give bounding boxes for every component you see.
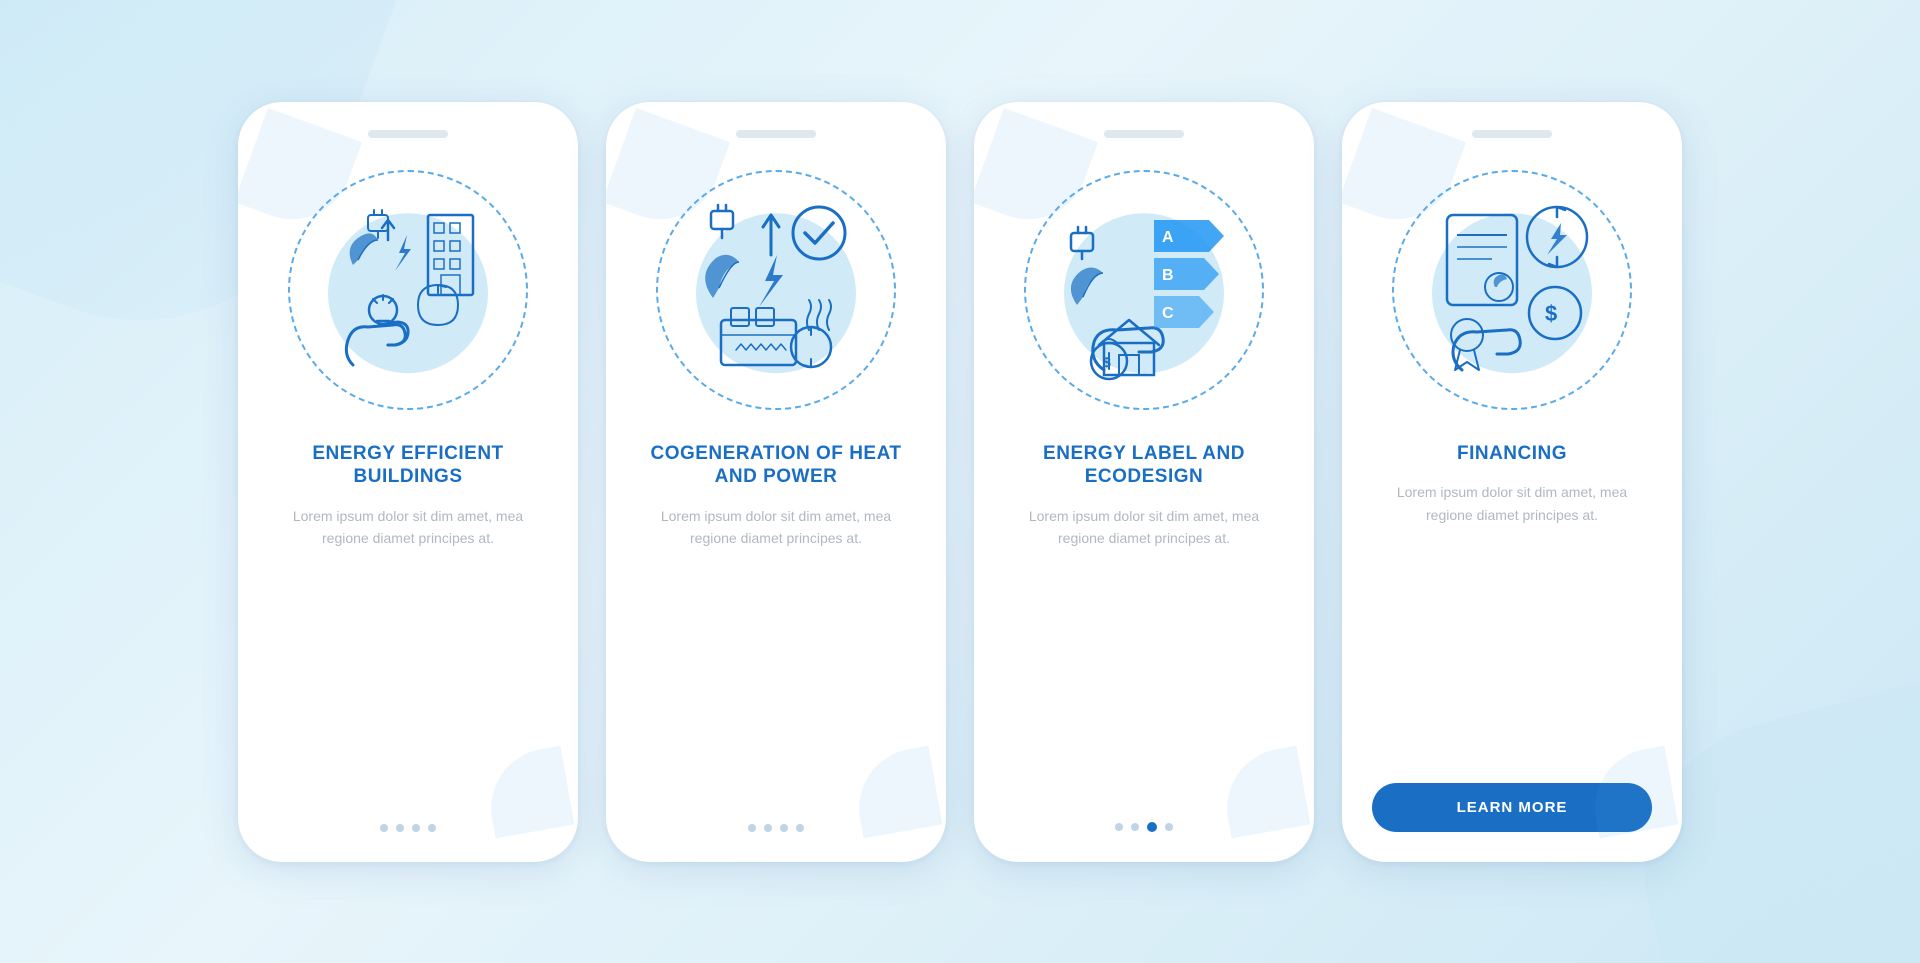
card-3-title: ENERGY LABEL AND ECODESIGN: [1004, 442, 1284, 490]
phone-notch-2: [736, 130, 816, 138]
card-4-title: FINANCING: [1457, 442, 1567, 466]
svg-text:B: B: [1162, 267, 1174, 284]
dot-2-3: [780, 824, 788, 832]
energy-label-icon: A B C: [1044, 190, 1244, 390]
phone-notch-1: [368, 130, 448, 138]
card-1-dots: [380, 824, 436, 832]
svg-text:$: $: [1103, 354, 1111, 370]
card-2-dots: [748, 824, 804, 832]
card-4-body: Lorem ipsum dolor sit dim amet, mea regi…: [1372, 481, 1652, 764]
card-1-title: ENERGY EFFICIENT BUILDINGS: [268, 442, 548, 490]
dot-1-3: [412, 824, 420, 832]
cogeneration-icon: [676, 190, 876, 390]
card-3-body: Lorem ipsum dolor sit dim amet, mea regi…: [1004, 505, 1284, 806]
dot-3-4: [1165, 823, 1173, 831]
svg-text:$: $: [1545, 301, 1557, 326]
dot-3-2: [1131, 823, 1139, 831]
card-3-dots: [1115, 822, 1173, 832]
phone-icon-area-2: [646, 160, 906, 420]
phones-container: ENERGY EFFICIENT BUILDINGS Lorem ipsum d…: [238, 102, 1682, 862]
phone-icon-area-4: $: [1382, 160, 1642, 420]
dot-2-4: [796, 824, 804, 832]
phone-card-2: COGENERATION OF HEAT AND POWER Lorem ips…: [606, 102, 946, 862]
svg-text:C: C: [1162, 305, 1174, 322]
phone-card-3: A B C: [974, 102, 1314, 862]
dot-3-3: [1147, 822, 1157, 832]
phone-notch-3: [1104, 130, 1184, 138]
phone-icon-area-3: A B C: [1014, 160, 1274, 420]
phone-notch-4: [1472, 130, 1552, 138]
card-2-title: COGENERATION OF HEAT AND POWER: [636, 442, 916, 490]
phone-card-4: $ FINANCING Lorem ipsum dolor sit dim am…: [1342, 102, 1682, 862]
card-2-body: Lorem ipsum dolor sit dim amet, mea regi…: [636, 505, 916, 808]
learn-more-button[interactable]: LEARN MORE: [1372, 783, 1652, 832]
dot-3-1: [1115, 823, 1123, 831]
svg-text:A: A: [1162, 229, 1174, 246]
card-1-body: Lorem ipsum dolor sit dim amet, mea regi…: [268, 505, 548, 808]
dot-2-2: [764, 824, 772, 832]
phone-icon-area-1: [278, 160, 538, 420]
dot-1-2: [396, 824, 404, 832]
energy-buildings-icon: [308, 190, 508, 390]
dot-2-1: [748, 824, 756, 832]
financing-icon: $: [1412, 190, 1612, 390]
phone-card-1: ENERGY EFFICIENT BUILDINGS Lorem ipsum d…: [238, 102, 578, 862]
dot-1-1: [380, 824, 388, 832]
dot-1-4: [428, 824, 436, 832]
